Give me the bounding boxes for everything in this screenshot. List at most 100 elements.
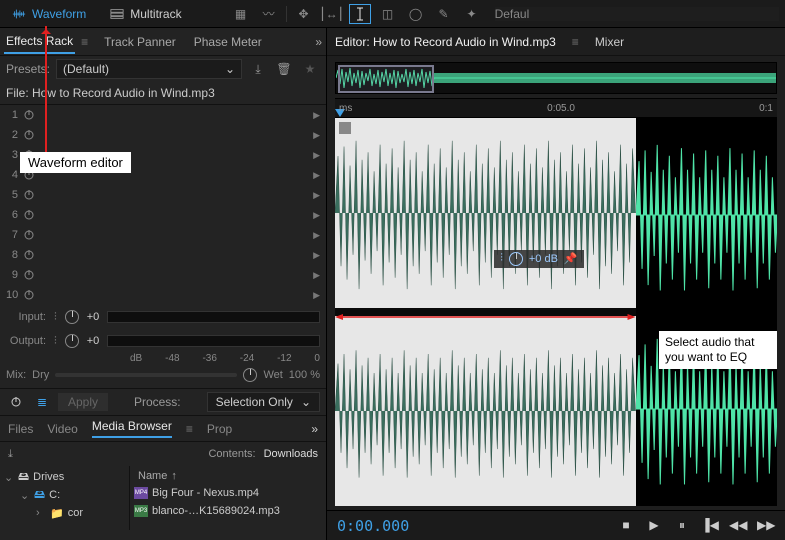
- power-icon[interactable]: [22, 188, 36, 202]
- mix-slider[interactable]: [55, 373, 237, 377]
- marquee-tool-icon[interactable]: ◫: [377, 4, 399, 24]
- tab-effects-rack[interactable]: Effects Rack: [4, 30, 75, 54]
- waveform-left-channel[interactable]: [335, 118, 636, 308]
- overview-selection-handle[interactable]: [338, 65, 434, 93]
- favorite-icon[interactable]: ★: [300, 59, 320, 79]
- save-preset-icon[interactable]: ⤓: [248, 59, 268, 79]
- overview-waveform[interactable]: [335, 62, 777, 94]
- power-icon[interactable]: [22, 108, 36, 122]
- tab-properties[interactable]: Prop: [207, 422, 232, 436]
- effect-slot[interactable]: 10▶: [0, 285, 326, 305]
- effect-slot[interactable]: 9▶: [0, 265, 326, 285]
- lasso-tool-icon[interactable]: ◯: [405, 4, 427, 24]
- waveform-display[interactable]: ⫶ +0 dB 📌 Select audio that you want to …: [335, 118, 777, 506]
- presets-label: Presets:: [6, 62, 50, 76]
- hud-pin-icon[interactable]: 📌: [564, 252, 578, 265]
- browser-file[interactable]: MP3blanco-…K15689024.mp3: [134, 502, 322, 520]
- slot-menu-icon[interactable]: ▶: [313, 170, 320, 181]
- tab-track-panner[interactable]: Track Panner: [102, 31, 178, 53]
- play-button[interactable]: ▶: [645, 518, 663, 533]
- expand-panels-icon[interactable]: »: [315, 35, 322, 49]
- tab-files[interactable]: Files: [8, 422, 33, 436]
- pitch-display-icon[interactable]: 〰: [258, 4, 280, 24]
- output-gain-knob[interactable]: [65, 334, 79, 348]
- contents-value: Downloads: [264, 448, 318, 460]
- tree-c-drive[interactable]: ⌄🖴C:: [20, 486, 125, 504]
- browser-file[interactable]: MP4Big Four - Nexus.mp4: [134, 484, 322, 502]
- input-value: +0: [87, 311, 100, 323]
- apply-button[interactable]: Apply: [58, 393, 108, 411]
- panel-menu-icon[interactable]: ≡: [81, 35, 88, 49]
- time-selection-tool-icon[interactable]: [349, 4, 371, 24]
- file-prefix: File:: [6, 86, 29, 100]
- tab-editor[interactable]: Editor: How to Record Audio in Wind.mp3: [335, 35, 556, 49]
- slot-menu-icon[interactable]: ▶: [313, 230, 320, 241]
- slot-menu-icon[interactable]: ▶: [313, 190, 320, 201]
- effect-slot[interactable]: 6▶: [0, 205, 326, 225]
- power-icon[interactable]: [22, 128, 36, 142]
- power-icon[interactable]: [22, 248, 36, 262]
- tree-folder[interactable]: ›📁cor: [36, 504, 125, 522]
- rewind-button[interactable]: ◀◀: [729, 518, 747, 533]
- slot-menu-icon[interactable]: ▶: [313, 150, 320, 161]
- slot-menu-icon[interactable]: ▶: [313, 210, 320, 221]
- waveform-mode-button[interactable]: Waveform: [6, 5, 92, 23]
- channel-options-icon[interactable]: [339, 122, 351, 134]
- effect-slot[interactable]: 2▶: [0, 125, 326, 145]
- power-icon[interactable]: [22, 268, 36, 282]
- presets-dropdown[interactable]: (Default) ⌄: [56, 59, 242, 79]
- razor-tool-icon[interactable]: ⎮↔⎮: [321, 4, 343, 24]
- import-icon[interactable]: ⤓: [8, 448, 13, 461]
- tree-drives[interactable]: ⌄🖴Drives: [4, 468, 125, 486]
- panel-menu-icon[interactable]: ≡: [186, 422, 193, 436]
- hud-gain-control[interactable]: ⫶ +0 dB 📌: [494, 250, 584, 268]
- slot-menu-icon[interactable]: ▶: [313, 290, 320, 301]
- move-tool-icon[interactable]: ✥: [293, 4, 315, 24]
- spectral-display-icon[interactable]: ▦: [230, 4, 252, 24]
- effect-slot[interactable]: 5▶: [0, 185, 326, 205]
- rack-list-icon[interactable]: ≣: [32, 392, 52, 412]
- fast-forward-button[interactable]: ▶▶: [757, 518, 775, 533]
- heal-tool-icon[interactable]: ✦: [461, 4, 483, 24]
- tab-media-browser[interactable]: Media Browser: [92, 419, 172, 438]
- mix-knob[interactable]: [243, 368, 257, 382]
- input-gain-knob[interactable]: [65, 310, 79, 324]
- power-icon[interactable]: [22, 288, 36, 302]
- tab-mixer[interactable]: Mixer: [595, 35, 624, 49]
- expand-panels-icon[interactable]: »: [311, 422, 318, 436]
- process-dropdown[interactable]: Selection Only ⌄: [207, 392, 320, 412]
- tab-phase-meter[interactable]: Phase Meter: [192, 31, 264, 53]
- power-icon[interactable]: [22, 168, 36, 182]
- power-icon[interactable]: [22, 148, 36, 162]
- waveform-right-channel[interactable]: [335, 316, 636, 506]
- slot-menu-icon[interactable]: ▶: [313, 130, 320, 141]
- time-ruler[interactable]: ms 0:05.0 0:1: [335, 98, 777, 118]
- hud-gain-knob[interactable]: [509, 252, 523, 266]
- delete-preset-icon[interactable]: 🗑: [274, 59, 294, 79]
- stop-button[interactable]: ■: [617, 518, 635, 533]
- effect-slot[interactable]: 1▶: [0, 105, 326, 125]
- workspace-label[interactable]: Defaul: [495, 7, 779, 21]
- waveform-mode-label: Waveform: [32, 7, 86, 21]
- effects-rack-tabs: Effects Rack ≡ Track Panner Phase Meter …: [0, 28, 326, 56]
- file-name: How to Record Audio in Wind.mp3: [32, 86, 215, 100]
- unselected-region[interactable]: [636, 118, 777, 506]
- column-header-name[interactable]: Name↑: [134, 468, 322, 484]
- rack-power-icon[interactable]: [6, 392, 26, 412]
- effect-slot[interactable]: 3▶: [0, 145, 326, 165]
- effect-slot[interactable]: 8▶: [0, 245, 326, 265]
- pause-button[interactable]: ⏸: [673, 518, 691, 533]
- effect-slot[interactable]: 7▶: [0, 225, 326, 245]
- power-icon[interactable]: [22, 208, 36, 222]
- panel-menu-icon[interactable]: ≡: [572, 35, 579, 49]
- power-icon[interactable]: [22, 228, 36, 242]
- slot-menu-icon[interactable]: ▶: [313, 110, 320, 121]
- effect-slot[interactable]: 4▶: [0, 165, 326, 185]
- brush-tool-icon[interactable]: ✎: [433, 4, 455, 24]
- slot-menu-icon[interactable]: ▶: [313, 250, 320, 261]
- timecode-display[interactable]: 0:00.000: [337, 517, 409, 535]
- tab-video[interactable]: Video: [47, 422, 77, 436]
- multitrack-mode-button[interactable]: Multitrack: [104, 5, 187, 23]
- goto-start-button[interactable]: ▐◀: [701, 518, 719, 533]
- slot-menu-icon[interactable]: ▶: [313, 270, 320, 281]
